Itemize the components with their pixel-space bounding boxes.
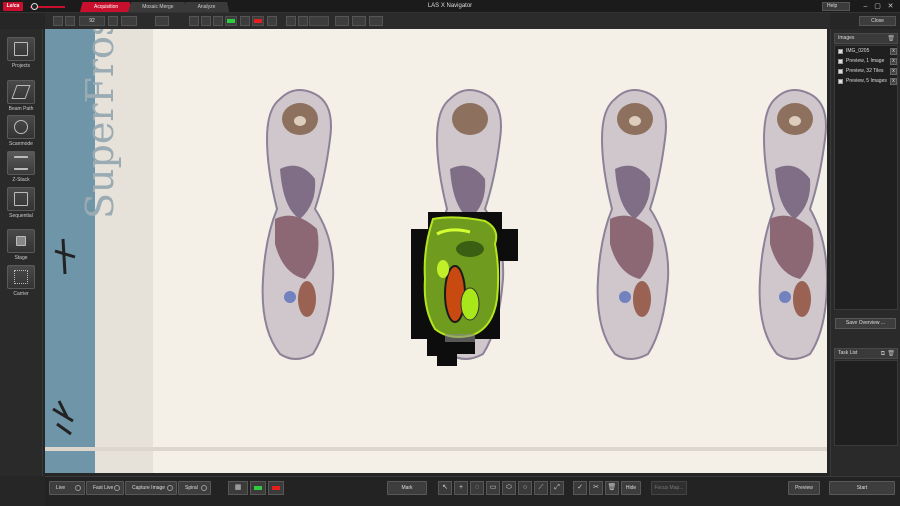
tile-scan-icon[interactable]: ▦ (228, 481, 248, 495)
zoom-out-icon[interactable] (53, 16, 63, 26)
crosshair-icon[interactable]: + (454, 481, 468, 495)
ellipse-icon[interactable]: ⬭ (502, 481, 516, 495)
checkmark-icon[interactable]: ✓ (573, 481, 587, 495)
sequential-icon (7, 187, 35, 211)
minimize-icon[interactable]: – (861, 2, 870, 11)
zoom-fit-icon[interactable] (65, 16, 75, 26)
pointer-icon[interactable]: ↖ (438, 481, 452, 495)
zoom-value[interactable]: 92 (79, 16, 105, 26)
sidebar-item-stage[interactable]: Stage (4, 229, 38, 261)
title-bar: Leica Acquisition Mosaic Merge Analyze L… (0, 0, 900, 13)
z-stack-icon (7, 151, 35, 175)
lasso-icon[interactable]: ◌ (470, 481, 484, 495)
red-channel-button[interactable] (268, 481, 284, 495)
list-item[interactable]: Preview, 32 Tiles x (836, 67, 898, 76)
rectangle-icon[interactable]: ▭ (486, 481, 500, 495)
checkbox-checked-icon[interactable] (838, 79, 843, 84)
help-button[interactable]: Help (822, 2, 850, 11)
measure-icon[interactable]: ⤢ (550, 481, 564, 495)
tissue-section-4 (758, 89, 827, 360)
app-title: LAS X Navigator (427, 3, 473, 9)
scanmode-icon (7, 115, 35, 139)
sidebar-item-sequential[interactable]: Sequential (4, 187, 38, 219)
mark-button[interactable]: Mark (387, 481, 427, 495)
capture-image-button[interactable]: Capture Image (125, 481, 177, 495)
sidebar-item-beam-path[interactable]: Beam Path (4, 80, 38, 112)
start-button[interactable]: Start (829, 481, 895, 495)
tissue-sections-image (52, 89, 827, 436)
projects-icon (7, 37, 35, 61)
checkbox-checked-icon[interactable] (838, 49, 843, 54)
channel-color-icon[interactable] (201, 16, 211, 26)
hide-button[interactable]: Hide (621, 481, 641, 495)
close-button[interactable]: Close (859, 16, 896, 26)
list-item[interactable]: Preview, 1 Image x (836, 57, 898, 66)
remove-icon[interactable]: x (890, 78, 897, 85)
circle-icon[interactable]: ○ (518, 481, 532, 495)
zoom-in-icon[interactable] (108, 16, 118, 26)
live-button[interactable]: Live (49, 481, 85, 495)
sidebar-item-z-stack[interactable]: Z-Stack (4, 151, 38, 183)
spiral-button[interactable]: Spiral (178, 481, 211, 495)
close-icon[interactable]: ✕ (886, 2, 895, 11)
sidebar-item-carrier[interactable]: Carrier (4, 265, 38, 297)
left-sidebar: Projects Beam Path Scanmode Z-Stack Sequ… (0, 29, 43, 476)
images-list: IMG_0205 x Preview, 1 Image x Preview, 3… (834, 45, 898, 310)
remove-icon[interactable]: x (890, 68, 897, 75)
tissue-section-3 (596, 89, 670, 360)
fast-live-button[interactable]: Fast Live (86, 481, 124, 495)
polyline-icon[interactable]: ⟋ (534, 481, 548, 495)
delete-icon[interactable]: 🗑 (605, 481, 619, 495)
las-x-navigator-window: Leica Acquisition Mosaic Merge Analyze L… (0, 0, 900, 506)
flip-icon[interactable] (298, 16, 308, 26)
view-toolbar: 92 (45, 13, 830, 29)
trash-icon[interactable]: 🗑 (887, 35, 895, 44)
layout-3-icon[interactable] (369, 16, 383, 26)
layout-1-icon[interactable] (335, 16, 349, 26)
channel-grid-icon[interactable] (213, 16, 223, 26)
list-item[interactable]: Preview, 5 Images x (836, 77, 898, 86)
restore-icon[interactable]: ▢ (873, 2, 882, 11)
tissue-section-1 (261, 89, 335, 360)
channel-settings-icon[interactable] (267, 16, 277, 26)
histogram-icon[interactable] (309, 16, 329, 26)
task-list (834, 360, 898, 446)
task-list-header: Task List ⧉ 🗑 (834, 348, 898, 359)
layout-2-icon[interactable] (352, 16, 366, 26)
remove-icon[interactable]: x (890, 58, 897, 65)
checkbox-checked-icon[interactable] (838, 59, 843, 64)
green-channel-button[interactable] (250, 481, 266, 495)
checkbox-checked-icon[interactable] (838, 69, 843, 74)
rotate-icon[interactable] (286, 16, 296, 26)
zoom-1to1-icon[interactable] (121, 16, 137, 26)
bottom-toolbar: Live Fast Live Capture Image Spiral ▦ Ma… (45, 476, 900, 506)
images-header: Images 🗑 (834, 33, 898, 44)
right-panel: Images 🗑 IMG_0205 x Preview, 1 Image x P… (830, 29, 900, 476)
save-overview-button[interactable]: Save Overview ... (835, 318, 896, 329)
task-options-icon[interactable]: ⧉ (881, 350, 885, 359)
overview-icon[interactable] (155, 16, 169, 26)
remove-icon[interactable]: x (890, 48, 897, 55)
sidebar-item-scanmode[interactable]: Scanmode (4, 115, 38, 147)
navigator-viewport[interactable]: SuperFrost (45, 29, 827, 473)
sidebar-item-projects[interactable]: Projects (4, 37, 38, 69)
merge-icon[interactable]: ✂ (589, 481, 603, 495)
red-channel-toggle[interactable] (252, 16, 264, 26)
list-item[interactable]: IMG_0205 x (836, 47, 898, 56)
preview-button[interactable]: Preview (788, 481, 820, 495)
green-channel-toggle[interactable] (225, 16, 237, 26)
focus-map-button[interactable]: Focus Map... (651, 481, 687, 495)
beam-path-icon (7, 80, 35, 104)
task-trash-icon[interactable]: 🗑 (887, 350, 895, 359)
stage-icon (7, 229, 35, 253)
channel-select-icon[interactable] (189, 16, 199, 26)
channel-lock-icon[interactable] (240, 16, 250, 26)
carrier-icon (7, 265, 35, 289)
